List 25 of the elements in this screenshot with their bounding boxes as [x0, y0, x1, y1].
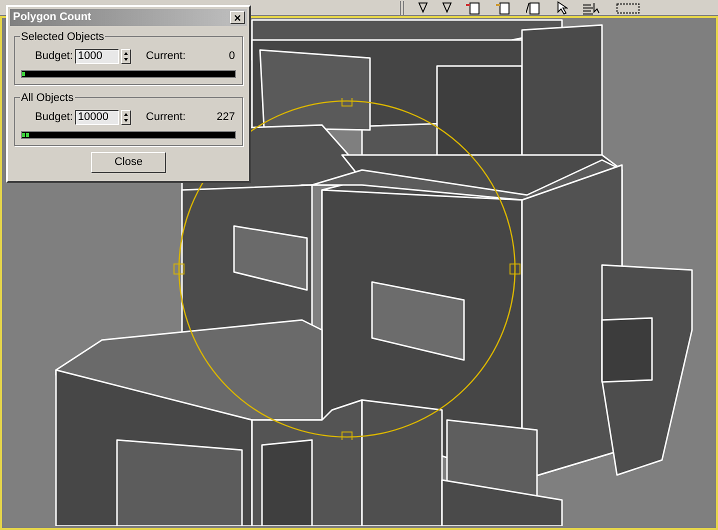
- current-label: Current:: [146, 110, 186, 125]
- close-dialog-button[interactable]: Close: [91, 152, 166, 173]
- selection-region-icon[interactable]: [616, 0, 642, 14]
- group-label: All Objects: [20, 90, 75, 106]
- funnel-icon[interactable]: [442, 2, 452, 14]
- document-icon[interactable]: [466, 0, 482, 14]
- budget-field[interactable]: 1000: [74, 48, 119, 64]
- current-count: 0: [228, 48, 235, 64]
- budget-label: Budget:: [35, 110, 73, 125]
- spinner-button[interactable]: [120, 48, 131, 64]
- spinner-button[interactable]: [120, 110, 131, 124]
- dialog-title: Polygon Count: [13, 10, 92, 26]
- align-icon[interactable]: [582, 0, 602, 14]
- spinner-arrows-icon: [122, 50, 130, 62]
- close-button[interactable]: ×: [230, 11, 245, 24]
- document-icon[interactable]: [526, 0, 542, 14]
- cursor-icon[interactable]: [556, 0, 568, 14]
- funnel-icon[interactable]: [418, 2, 428, 14]
- group-label: Selected Objects: [20, 29, 106, 46]
- document-icon[interactable]: [496, 0, 512, 14]
- current-count: 227: [216, 110, 235, 125]
- budget-field[interactable]: 10000: [74, 110, 119, 124]
- current-label: Current:: [146, 48, 186, 64]
- budget-label: Budget:: [35, 48, 73, 64]
- spinner-arrows-icon: [122, 110, 130, 124]
